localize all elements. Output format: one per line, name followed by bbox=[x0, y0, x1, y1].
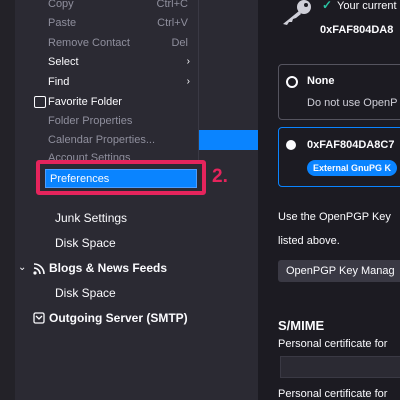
radio-none[interactable] bbox=[286, 76, 298, 88]
menu-item-paste[interactable]: Paste bbox=[48, 17, 76, 29]
option-key-box[interactable] bbox=[278, 127, 400, 187]
shortcut-remove-contact: Del bbox=[171, 37, 188, 49]
smime-heading: S/MIME bbox=[278, 318, 325, 333]
shortcut-paste: Ctrl+V bbox=[157, 17, 188, 29]
tree-item-junk-settings[interactable]: Junk Settings bbox=[55, 211, 127, 225]
chevron-down-icon[interactable]: ⌄ bbox=[18, 262, 26, 273]
option-none-box[interactable] bbox=[278, 64, 400, 120]
use-key-text-line1: Use the OpenPGP Key bbox=[278, 211, 391, 223]
edit-menu: Copy Ctrl+C Paste Ctrl+V Remove Contact … bbox=[30, 0, 199, 162]
menu-item-calendar-properties[interactable]: Calendar Properties... bbox=[48, 134, 155, 146]
current-key-label: Your current bbox=[337, 0, 397, 12]
option-none-desc: Do not use OpenP bbox=[307, 97, 398, 109]
tree-item-disk-space-feeds[interactable]: Disk Space bbox=[55, 286, 116, 300]
use-key-text-line2: listed above. bbox=[278, 235, 340, 247]
menu-item-folder-properties[interactable]: Folder Properties bbox=[48, 115, 132, 127]
left-edge-strip bbox=[0, 0, 15, 400]
chevron-right-icon: › bbox=[186, 56, 190, 67]
current-key-id: 0xFAF804DA8 bbox=[320, 24, 394, 36]
personal-cert-label-1: Personal certificate for bbox=[278, 338, 388, 350]
shortcut-copy: Ctrl+C bbox=[156, 0, 188, 10]
selected-account-row[interactable] bbox=[198, 130, 258, 150]
favorite-folder-checkbox[interactable] bbox=[34, 96, 46, 108]
option-key-title: 0xFAF804DA8C7 bbox=[307, 139, 395, 151]
annotation-highlight-box bbox=[36, 160, 206, 195]
tree-item-disk-space[interactable]: Disk Space bbox=[55, 236, 116, 250]
chevron-right-icon: › bbox=[186, 76, 190, 87]
openpgp-key-manager-button[interactable]: OpenPGP Key Manag bbox=[278, 260, 400, 282]
annotation-step-label: 2. bbox=[212, 166, 228, 187]
personal-cert-label-2: Personal certificate for bbox=[278, 388, 388, 400]
personal-cert-field-1[interactable] bbox=[280, 356, 400, 378]
menu-item-find[interactable]: Find bbox=[48, 76, 69, 88]
tree-item-outgoing-server[interactable]: Outgoing Server (SMTP) bbox=[49, 311, 188, 325]
menu-item-favorite-folder[interactable]: Favorite Folder bbox=[48, 96, 122, 108]
external-gnupg-badge: External GnuPG K bbox=[307, 160, 398, 176]
radio-key-selected[interactable] bbox=[286, 140, 296, 150]
menu-item-copy[interactable]: Copy bbox=[48, 0, 74, 10]
menu-item-remove-contact[interactable]: Remove Contact bbox=[48, 37, 130, 49]
tree-item-blogs-news-feeds[interactable]: Blogs & News Feeds bbox=[49, 261, 167, 275]
openpgp-key-manager-label: OpenPGP Key Manag bbox=[286, 265, 395, 277]
key-icon bbox=[279, 0, 313, 26]
outgoing-server-icon bbox=[33, 311, 45, 324]
checkmark-icon: ✓ bbox=[322, 0, 333, 12]
option-none-title: None bbox=[307, 75, 335, 87]
rss-feed-icon bbox=[33, 262, 45, 275]
menu-item-select[interactable]: Select bbox=[48, 56, 79, 68]
